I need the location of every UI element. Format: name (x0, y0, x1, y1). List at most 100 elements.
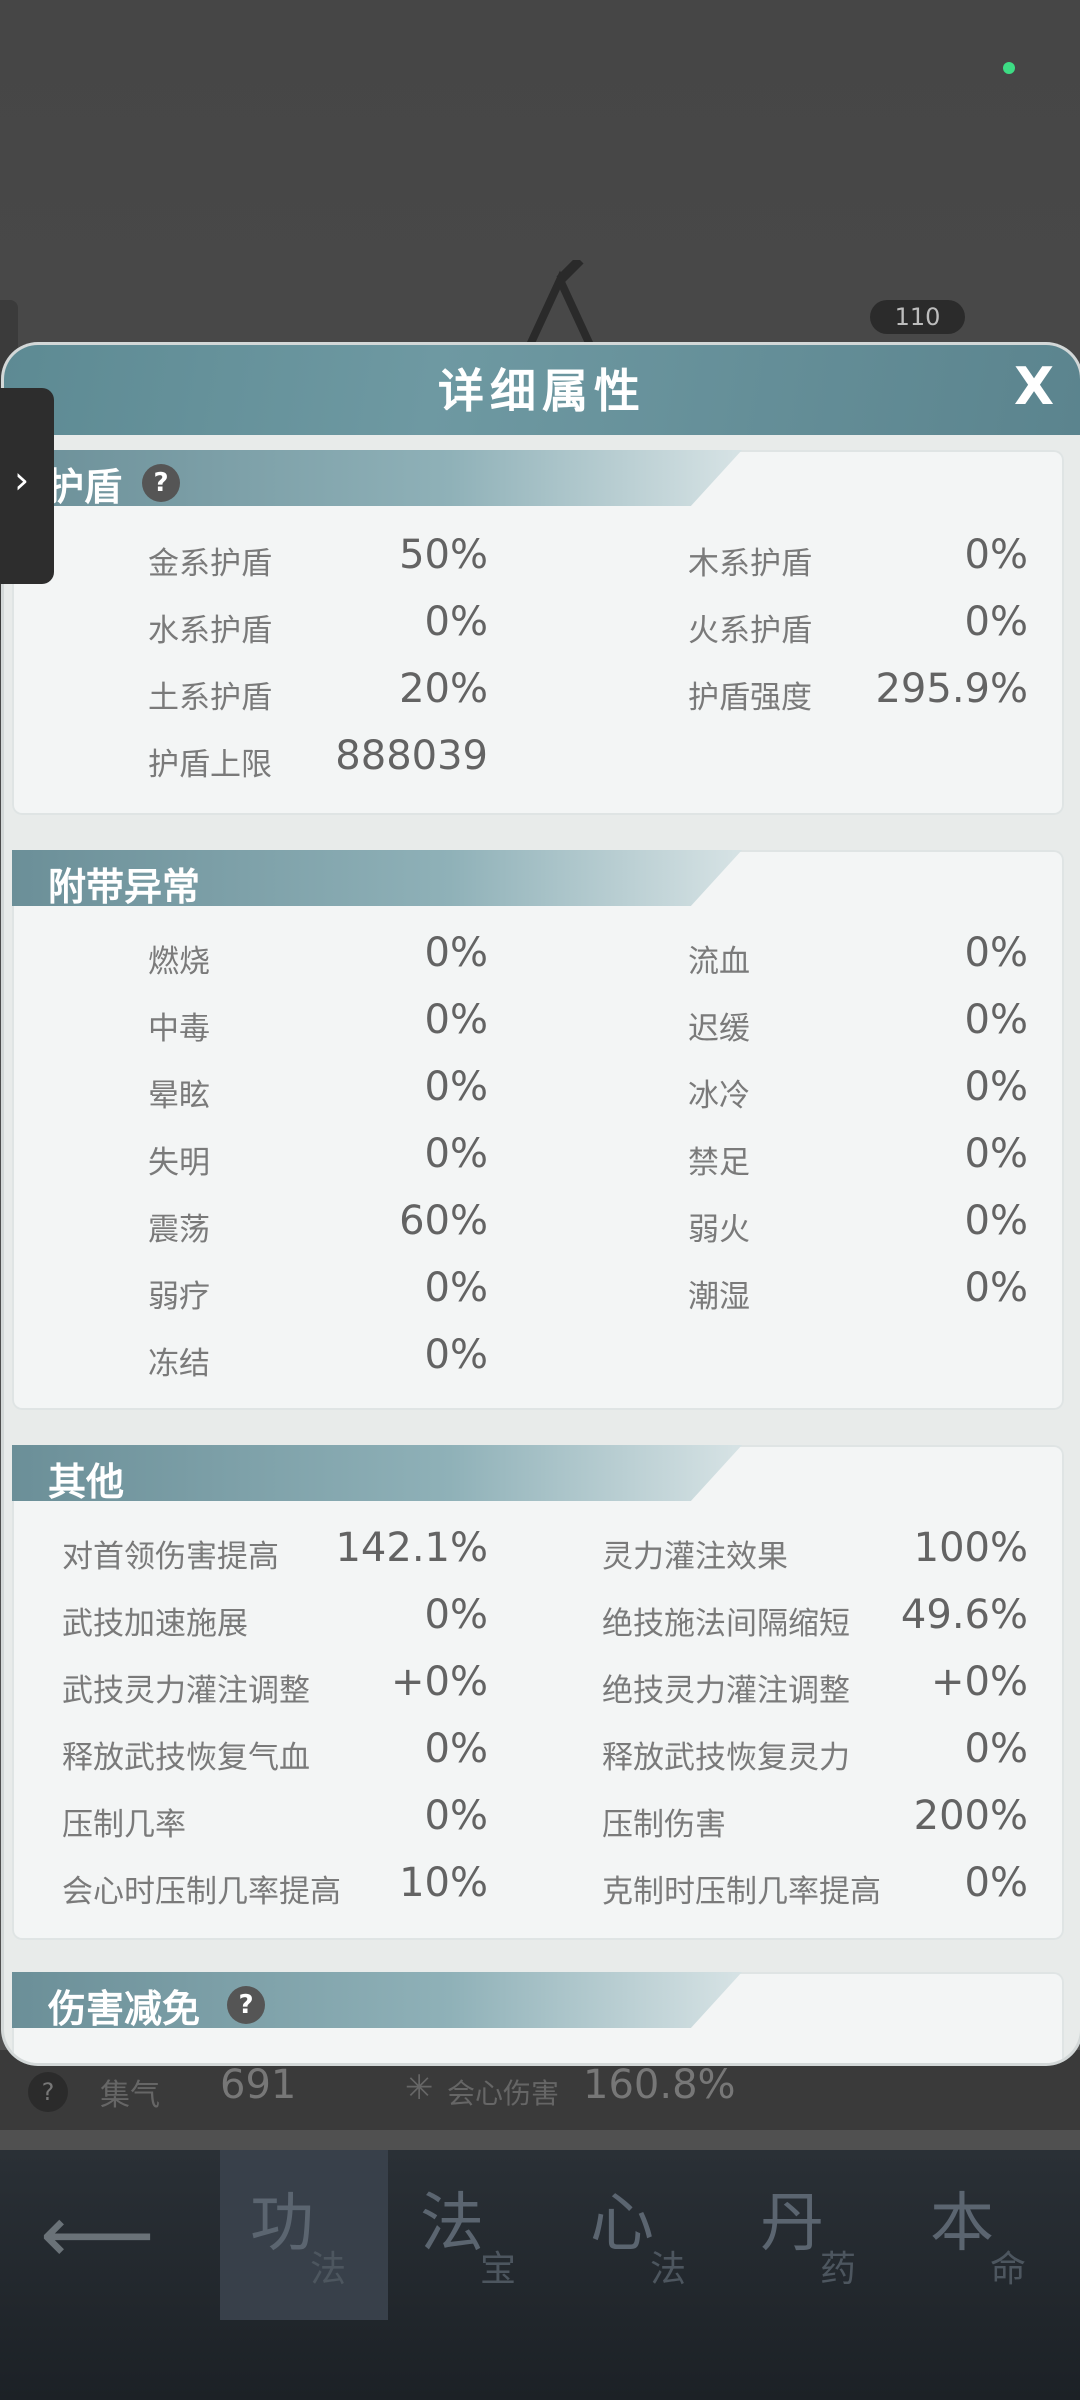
tab-big-char: 丹 (760, 2187, 824, 2261)
attr-label: 克制时压制几率提高 (602, 1874, 881, 1910)
panel-header: 详细属性 X (4, 345, 1080, 435)
attr-row: 对首领伤害提高 142.1% (62, 1523, 488, 1583)
attr-row: 土系护盾 20% (148, 664, 488, 724)
attr-row: 灵力灌注效果 100% (602, 1523, 1028, 1583)
attr-value: 0% (964, 1131, 1028, 1177)
attr-label: 释放武技恢复灵力 (602, 1740, 850, 1776)
tab-big-char: 心 (590, 2187, 654, 2261)
crit-label: 会心伤害 (447, 2077, 560, 2110)
attr-value: 0% (964, 930, 1028, 976)
section-damage-reduction: 伤害减免 ? (12, 1972, 1064, 2063)
attr-value: 60% (399, 1198, 488, 1244)
section-shield: 护盾 ? 金系护盾 50% 木系护盾 0% 水系护盾 0% 火系护盾 0% 土系… (12, 450, 1064, 815)
detail-attributes-panel: 详细属性 X 护盾 ? 金系护盾 50% 木系护盾 0% 水系护盾 0% 火系护… (4, 345, 1080, 2063)
attr-label: 绝技灵力灌注调整 (602, 1673, 850, 1709)
qi-label: 集气 (100, 2078, 160, 2113)
attr-value: 0% (424, 1793, 488, 1839)
attr-value: 0% (964, 599, 1028, 645)
qi-value: 691 (220, 2062, 297, 2108)
attr-label: 对首领伤害提高 (62, 1539, 279, 1575)
tab-xinfa[interactable]: 心 法 (560, 2150, 728, 2320)
attr-row: 迟缓 0% (688, 995, 1028, 1055)
attr-value: 0% (964, 1265, 1028, 1311)
attr-row: 水系护盾 0% (148, 597, 488, 657)
attr-row: 失明 0% (148, 1129, 488, 1189)
attr-label: 冰冷 (688, 1078, 750, 1114)
section-status-effects: 附带异常 燃烧 0% 流血 0% 中毒 0% 迟缓 0% 晕眩 0% 冰冷 0%… (12, 850, 1064, 1410)
section-title: 伤害减免 (48, 1986, 201, 2031)
attr-value: 0% (964, 1860, 1028, 1906)
side-drawer-toggle[interactable]: › (0, 388, 54, 584)
attr-value: 200% (913, 1793, 1028, 1839)
tab-big-char: 功 (250, 2187, 314, 2261)
tab-small-char: 宝 (480, 2249, 517, 2290)
attr-row: 释放武技恢复灵力 0% (602, 1724, 1028, 1784)
chevron-right-icon: › (14, 458, 30, 502)
sword-icon (526, 260, 594, 347)
attr-label: 释放武技恢复气血 (62, 1740, 310, 1776)
tab-fabao[interactable]: 法 宝 (390, 2150, 558, 2320)
attr-value: 0% (424, 1265, 488, 1311)
status-indicator-dot (1003, 62, 1015, 74)
attr-label: 压制几率 (62, 1807, 186, 1843)
section-title: 附带异常 (48, 864, 201, 909)
attr-value: +0% (931, 1659, 1028, 1705)
attr-row: 护盾强度 295.9% (688, 664, 1028, 724)
attr-value: 0% (424, 1332, 488, 1378)
attr-label: 护盾强度 (688, 680, 812, 716)
attr-row: 金系护盾 50% (148, 530, 488, 590)
attr-label: 潮湿 (688, 1279, 750, 1315)
attr-label: 绝技施法间隔缩短 (602, 1606, 850, 1642)
attr-value: 49.6% (900, 1592, 1028, 1638)
attr-label: 弱火 (688, 1212, 750, 1248)
crit-icon: ✳ (405, 2068, 434, 2108)
attr-row: 流血 0% (688, 928, 1028, 988)
tab-big-char: 本 (930, 2187, 994, 2261)
tab-gongfa[interactable]: 功 法 (220, 2150, 388, 2320)
help-icon[interactable]: ? (28, 2072, 68, 2112)
attr-row: 压制几率 0% (62, 1791, 488, 1851)
tab-small-char: 命 (990, 2249, 1027, 2290)
attr-label: 灵力灌注效果 (602, 1539, 788, 1575)
attr-row: 中毒 0% (148, 995, 488, 1055)
attr-label: 火系护盾 (688, 613, 812, 649)
attr-row: 禁足 0% (688, 1129, 1028, 1189)
attr-row: 释放武技恢复气血 0% (62, 1724, 488, 1784)
attr-value: 20% (399, 666, 488, 712)
tab-benming[interactable]: 本 命 (900, 2150, 1068, 2320)
attr-row: 绝技施法间隔缩短 49.6% (602, 1590, 1028, 1650)
attr-value: 295.9% (875, 666, 1028, 712)
attr-row: 木系护盾 0% (688, 530, 1028, 590)
attr-row: 会心时压制几率提高 10% (62, 1858, 488, 1918)
attr-row: 冰冷 0% (688, 1062, 1028, 1122)
attr-label: 会心时压制几率提高 (62, 1874, 341, 1910)
attr-row: 燃烧 0% (148, 928, 488, 988)
attr-label: 水系护盾 (148, 613, 272, 649)
section-title: 其他 (48, 1459, 125, 1504)
attr-label: 护盾上限 (148, 747, 272, 783)
attr-label: 晕眩 (148, 1078, 210, 1114)
attr-row: 冻结 0% (148, 1330, 488, 1390)
attr-row: 晕眩 0% (148, 1062, 488, 1122)
attr-value: 0% (964, 1064, 1028, 1110)
back-arrow-icon[interactable]: ⟵ (40, 2190, 155, 2280)
attr-label: 迟缓 (688, 1011, 750, 1047)
attr-value: 0% (424, 1592, 488, 1638)
attr-value: 0% (424, 1064, 488, 1110)
attr-label: 燃烧 (148, 944, 210, 980)
attr-value: 0% (964, 1198, 1028, 1244)
section-title: 护盾 (46, 464, 123, 509)
close-button[interactable]: X (1004, 357, 1064, 417)
tab-danyao[interactable]: 丹 药 (730, 2150, 898, 2320)
attr-row: 震荡 60% (148, 1196, 488, 1256)
attr-label: 压制伤害 (602, 1807, 726, 1843)
attr-value: 0% (424, 997, 488, 1043)
help-icon[interactable]: ? (142, 464, 180, 502)
attr-row: 武技灵力灌注调整 +0% (62, 1657, 488, 1717)
attr-row: 护盾上限 888039 (148, 731, 488, 791)
attr-value: 0% (424, 930, 488, 976)
attr-label: 木系护盾 (688, 546, 812, 582)
help-icon[interactable]: ? (227, 1986, 265, 2024)
attr-row: 压制伤害 200% (602, 1791, 1028, 1851)
attr-label: 武技灵力灌注调整 (62, 1673, 310, 1709)
